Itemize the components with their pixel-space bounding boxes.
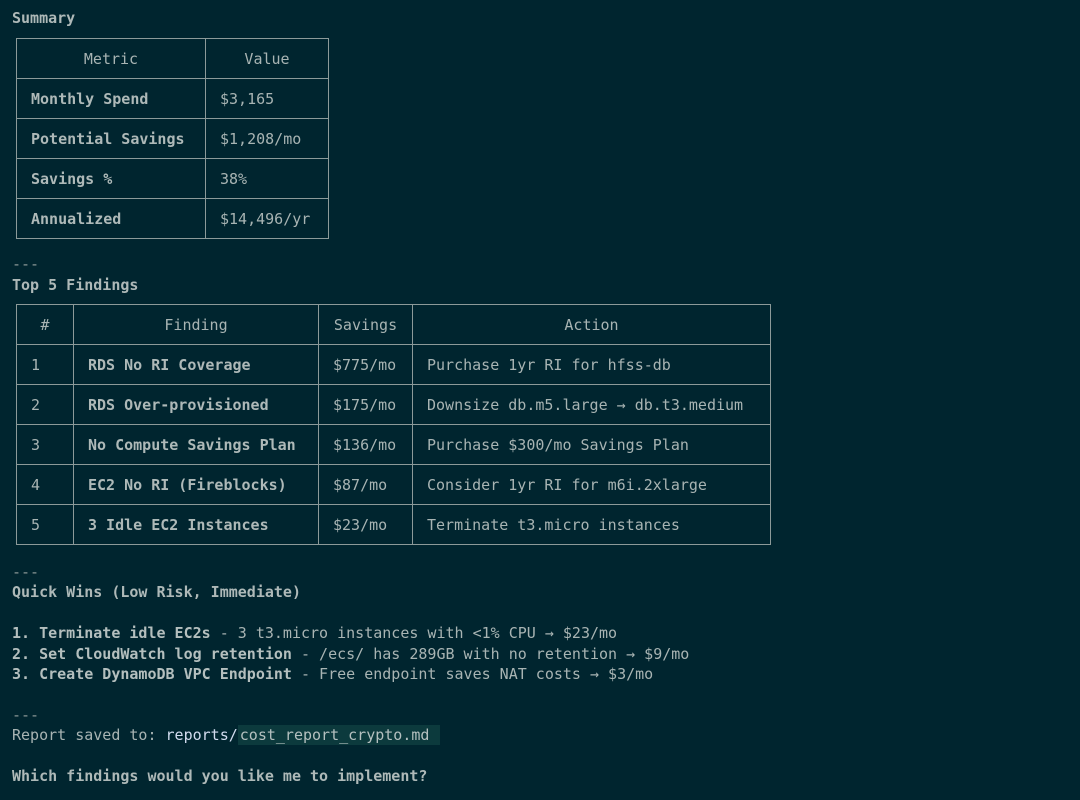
- list-item: 2. Set CloudWatch log retention - /ecs/ …: [12, 645, 689, 663]
- report-file-link[interactable]: cost_report_crypto.md: [237, 725, 441, 745]
- list-item: 1. Terminate idle EC2s - 3 t3.micro inst…: [12, 624, 617, 642]
- report-saved-line: Report saved to: reports/cost_report_cry…: [12, 725, 441, 745]
- quick-win-title: Terminate idle EC2s: [39, 624, 211, 642]
- finding-action: Purchase 1yr RI for hfss-db: [412, 344, 771, 385]
- report-prefix: Report saved to:: [12, 726, 166, 744]
- list-number: 3.: [12, 665, 31, 683]
- value-cell: $14,496/yr: [205, 198, 329, 239]
- quick-win-title: Create DynamoDB VPC Endpoint: [39, 665, 292, 683]
- table-row: Savings % 38%: [16, 158, 329, 199]
- finding-number: 1: [16, 344, 74, 385]
- report-dir-link[interactable]: reports/: [166, 726, 238, 744]
- table-row: 3 No Compute Savings Plan $136/mo Purcha…: [16, 424, 771, 465]
- table-row: Annualized $14,496/yr: [16, 198, 329, 239]
- table-row: 2 RDS Over-provisioned $175/mo Downsize …: [16, 384, 771, 425]
- list-number: 1.: [12, 624, 31, 642]
- finding-action: Terminate t3.micro instances: [412, 504, 771, 545]
- table-row: 5 3 Idle EC2 Instances $23/mo Terminate …: [16, 504, 771, 545]
- quick-win-text: - 3 t3.micro instances with <1% CPU → $2…: [210, 624, 618, 642]
- terminal-output: Summary Metric Value Monthly Spend $3,16…: [0, 0, 1080, 800]
- finding-action: Purchase $300/mo Savings Plan: [412, 424, 771, 465]
- separator: ---: [12, 255, 40, 273]
- finding-action: Consider 1yr RI for m6i.2xlarge: [412, 464, 771, 505]
- summary-heading: Summary: [12, 9, 76, 27]
- separator: ---: [12, 706, 40, 724]
- column-header-finding: Finding: [73, 304, 319, 345]
- table-row: 1 RDS No RI Coverage $775/mo Purchase 1y…: [16, 344, 771, 385]
- quick-win-text: - /ecs/ has 289GB with no retention → $9…: [291, 645, 690, 663]
- finding-savings: $175/mo: [318, 384, 413, 425]
- finding-number: 3: [16, 424, 74, 465]
- table-row: 4 EC2 No RI (Fireblocks) $87/mo Consider…: [16, 464, 771, 505]
- finding-name: RDS No RI Coverage: [73, 344, 319, 385]
- finding-savings: $775/mo: [318, 344, 413, 385]
- question-prompt: Which findings would you like me to impl…: [12, 767, 428, 785]
- metric-cell: Potential Savings: [16, 118, 206, 159]
- separator: ---: [12, 563, 40, 581]
- findings-heading: Top 5 Findings: [12, 276, 139, 294]
- column-header-action: Action: [412, 304, 771, 345]
- column-header-value: Value: [205, 38, 329, 79]
- column-header-metric: Metric: [16, 38, 206, 79]
- table-header-row: Metric Value: [16, 38, 329, 79]
- quick-win-text: - Free endpoint saves NAT costs → $3/mo: [291, 665, 654, 683]
- finding-name: No Compute Savings Plan: [73, 424, 319, 465]
- findings-table: # Finding Savings Action 1 RDS No RI Cov…: [16, 304, 771, 545]
- finding-number: 2: [16, 384, 74, 425]
- finding-name: EC2 No RI (Fireblocks): [73, 464, 319, 505]
- value-cell: 38%: [205, 158, 329, 199]
- metric-cell: Monthly Spend: [16, 78, 206, 119]
- finding-action: Downsize db.m5.large → db.t3.medium: [412, 384, 771, 425]
- finding-number: 5: [16, 504, 74, 545]
- list-item: 3. Create DynamoDB VPC Endpoint - Free e…: [12, 665, 653, 683]
- table-row: Monthly Spend $3,165: [16, 78, 329, 119]
- finding-number: 4: [16, 464, 74, 505]
- list-number: 2.: [12, 645, 31, 663]
- finding-savings: $23/mo: [318, 504, 413, 545]
- metric-cell: Annualized: [16, 198, 206, 239]
- table-header-row: # Finding Savings Action: [16, 304, 771, 345]
- summary-table: Metric Value Monthly Spend $3,165 Potent…: [16, 38, 329, 239]
- value-cell: $1,208/mo: [205, 118, 329, 159]
- table-row: Potential Savings $1,208/mo: [16, 118, 329, 159]
- finding-savings: $136/mo: [318, 424, 413, 465]
- finding-name: 3 Idle EC2 Instances: [73, 504, 319, 545]
- finding-name: RDS Over-provisioned: [73, 384, 319, 425]
- metric-cell: Savings %: [16, 158, 206, 199]
- quick-wins-heading: Quick Wins (Low Risk, Immediate): [12, 583, 301, 601]
- column-header-savings: Savings: [318, 304, 413, 345]
- finding-savings: $87/mo: [318, 464, 413, 505]
- column-header-number: #: [16, 304, 74, 345]
- quick-win-title: Set CloudWatch log retention: [39, 645, 292, 663]
- value-cell: $3,165: [205, 78, 329, 119]
